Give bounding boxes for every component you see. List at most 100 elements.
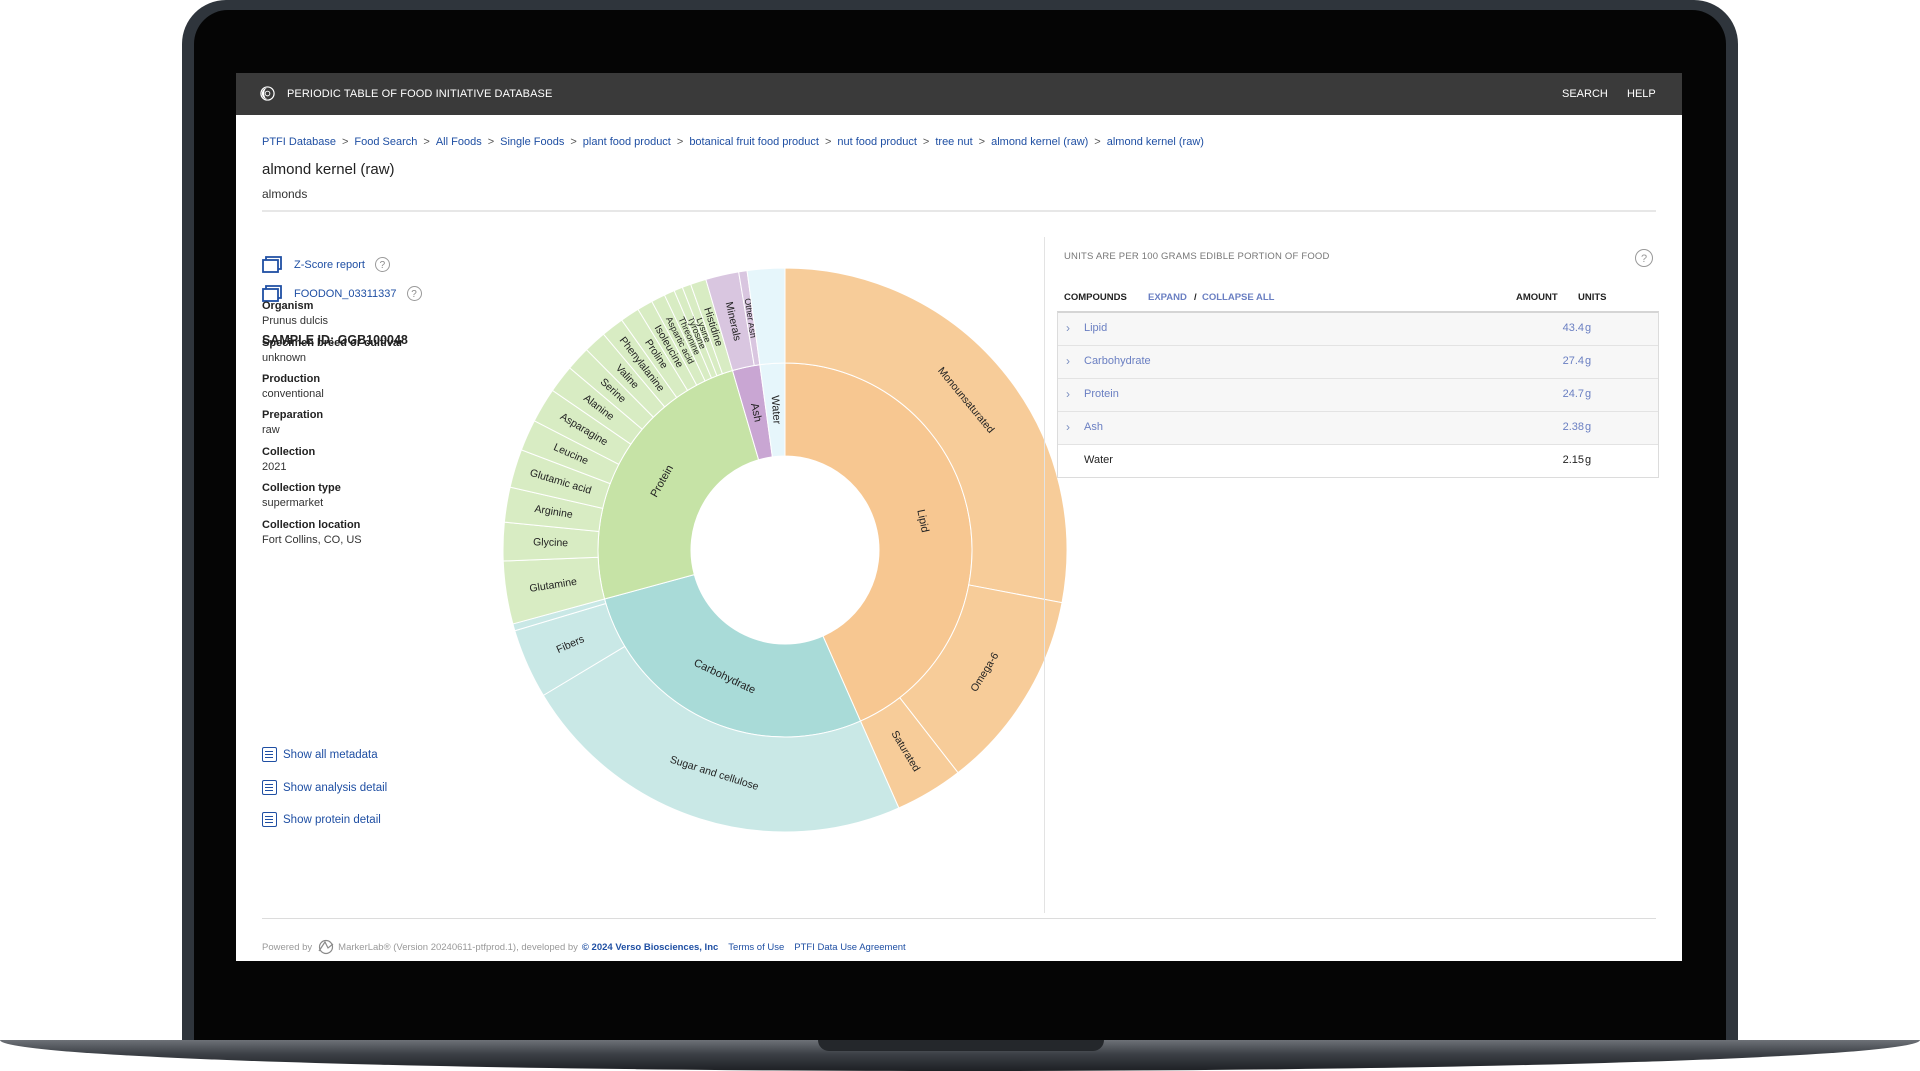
data-use-agreement-link[interactable]: PTFI Data Use Agreement <box>794 942 905 953</box>
zscore-report-label: Z-Score report <box>294 258 365 271</box>
units-header: UNITS <box>1578 292 1607 303</box>
show-protein-label: Show protein detail <box>283 813 381 826</box>
metadata-item: Organism Prunus dulcis <box>262 299 328 329</box>
breadcrumb-separator: > <box>341 136 349 148</box>
header-divider <box>262 210 1656 212</box>
breadcrumb-link[interactable]: Food Search <box>354 136 417 148</box>
metadata-key: Specimen breed or cultivar <box>262 337 404 349</box>
compound-row[interactable]: › Protein 24.7 g <box>1058 379 1658 412</box>
compound-amount: 43.4 <box>1562 322 1584 334</box>
nav-help[interactable]: HELP <box>1627 88 1656 100</box>
chevron-right-icon: › <box>1066 420 1070 434</box>
footer-powered: Powered by <box>262 941 313 953</box>
compound-unit: g <box>1585 355 1592 367</box>
compound-row[interactable]: › Ash 2.38 g <box>1058 412 1658 445</box>
help-circle-icon[interactable]: ? <box>374 257 390 272</box>
metadata-key: Collection location <box>262 519 361 531</box>
metadata-value: raw <box>262 424 280 436</box>
metadata-item: Collection 2021 <box>262 445 315 475</box>
compound-name: Lipid <box>1084 322 1108 334</box>
metadata-value: Prunus dulcis <box>262 315 329 327</box>
metadata-item: Collection type supermarket <box>262 481 341 511</box>
footer-version: MarkerLab® (Version 20240611-ptfprod.1),… <box>338 941 578 953</box>
compound-amount: 27.4 <box>1562 355 1584 367</box>
terms-of-use-link[interactable]: Terms of Use <box>728 942 784 953</box>
help-circle-icon[interactable]: ? <box>406 286 422 301</box>
breadcrumb-separator: > <box>978 136 986 148</box>
compound-amount: 24.7 <box>1562 388 1584 400</box>
header-slash: / <box>1194 292 1197 303</box>
metadata-value: conventional <box>262 388 324 400</box>
metadata-value: unknown <box>262 352 307 364</box>
compound-unit: g <box>1585 322 1592 334</box>
show-metadata-label: Show all metadata <box>283 748 378 761</box>
metadata-item: Specimen breed or cultivar unknown <box>262 336 403 366</box>
breadcrumb-link[interactable]: PTFI Database <box>262 136 336 148</box>
laptop-notch <box>818 1040 1104 1051</box>
metadata-key: Production <box>262 373 321 385</box>
compounds-table: › Lipid 43.4 g › Carbohydrate 27.4 g › Protein 24.… <box>1057 311 1659 478</box>
breadcrumb-link[interactable]: All Foods <box>436 136 482 148</box>
show-analysis-link[interactable]: Show analysis detail <box>262 780 387 795</box>
markerlab-logo-icon <box>318 939 334 955</box>
metadata-key: Collection type <box>262 482 341 494</box>
compound-name: Protein <box>1084 388 1119 400</box>
top-navigation-bar: PERIODIC TABLE OF FOOD INITIATIVE DATABA… <box>236 73 1682 115</box>
footer-divider <box>262 918 1656 919</box>
document-icon <box>262 812 277 827</box>
nav-search[interactable]: SEARCH <box>1562 88 1608 100</box>
page-subtitle: almonds <box>262 187 308 201</box>
breadcrumb-link[interactable]: almond kernel (raw) <box>1107 136 1204 148</box>
breadcrumb-separator: > <box>1094 136 1101 148</box>
compound-name: Carbohydrate <box>1084 355 1151 367</box>
app-title: PERIODIC TABLE OF FOOD INITIATIVE DATABA… <box>287 88 553 100</box>
compound-name: Ash <box>1084 421 1103 433</box>
breadcrumb-separator: > <box>824 136 832 148</box>
chart-label-water: Water <box>769 395 783 425</box>
compound-name: Water <box>1084 454 1113 466</box>
compound-unit: g <box>1585 388 1592 400</box>
metadata-item: Production conventional <box>262 372 324 402</box>
browser-screen: PERIODIC TABLE OF FOOD INITIATIVE DATABA… <box>236 73 1682 961</box>
window-stack-icon <box>262 256 282 273</box>
chevron-right-icon: › <box>1066 354 1070 368</box>
footer-copyright: © 2024 Verso Biosciences, Inc <box>581 941 719 953</box>
breadcrumb: PTFI Database > Food Search > All Foods > Sing… <box>262 136 1204 148</box>
footer: Powered by MarkerLab® (Version 20240611-… <box>262 939 906 955</box>
breadcrumb-separator: > <box>487 136 495 148</box>
compounds-header: COMPOUNDS <box>1064 292 1127 303</box>
breadcrumb-link[interactable]: botanical fruit food product <box>689 136 819 148</box>
document-icon <box>262 780 277 795</box>
expand-all-button[interactable]: EXPAND <box>1148 292 1187 303</box>
compound-amount: 2.38 <box>1562 421 1584 433</box>
chevron-right-icon: › <box>1066 387 1070 401</box>
show-protein-link[interactable]: Show protein detail <box>262 812 381 827</box>
foodon-label: FOODON_03311337 <box>294 287 397 300</box>
metadata-value: Fort Collins, CO, US <box>262 534 362 546</box>
show-metadata-link[interactable]: Show all metadata <box>262 747 378 762</box>
compound-unit: g <box>1585 454 1592 466</box>
amount-header: AMOUNT <box>1516 292 1558 303</box>
metadata-key: Collection <box>262 446 316 458</box>
help-circle-icon[interactable]: ? <box>1635 249 1653 267</box>
compound-row[interactable]: Water 2.15 g <box>1058 445 1658 477</box>
breadcrumb-link[interactable]: Single Foods <box>500 136 564 148</box>
breadcrumb-link[interactable]: nut food product <box>837 136 917 148</box>
breadcrumb-link[interactable]: plant food product <box>583 136 671 148</box>
show-analysis-label: Show analysis detail <box>283 781 388 794</box>
metadata-value: supermarket <box>262 497 324 509</box>
panel-divider <box>1044 237 1045 913</box>
compound-row[interactable]: › Carbohydrate 27.4 g <box>1058 346 1658 379</box>
breadcrumb-separator: > <box>922 136 930 148</box>
collapse-all-button[interactable]: COLLAPSE ALL <box>1202 292 1274 303</box>
breadcrumb-separator: > <box>570 136 577 148</box>
sunburst-chart: Lipid Carbohydrate Protein Ash Water Monounsa… <box>500 265 1070 840</box>
page-title: almond kernel (raw) <box>262 161 395 178</box>
breadcrumb-link[interactable]: tree nut <box>935 136 972 148</box>
metadata-key: Preparation <box>262 409 324 421</box>
compound-amount: 2.15 <box>1562 454 1584 466</box>
compound-row[interactable]: › Lipid 43.4 g <box>1058 313 1658 346</box>
breadcrumb-link[interactable]: almond kernel (raw) <box>991 136 1088 148</box>
zscore-report-link[interactable]: Z-Score report ? <box>262 256 390 273</box>
metadata-value: 2021 <box>262 461 287 473</box>
